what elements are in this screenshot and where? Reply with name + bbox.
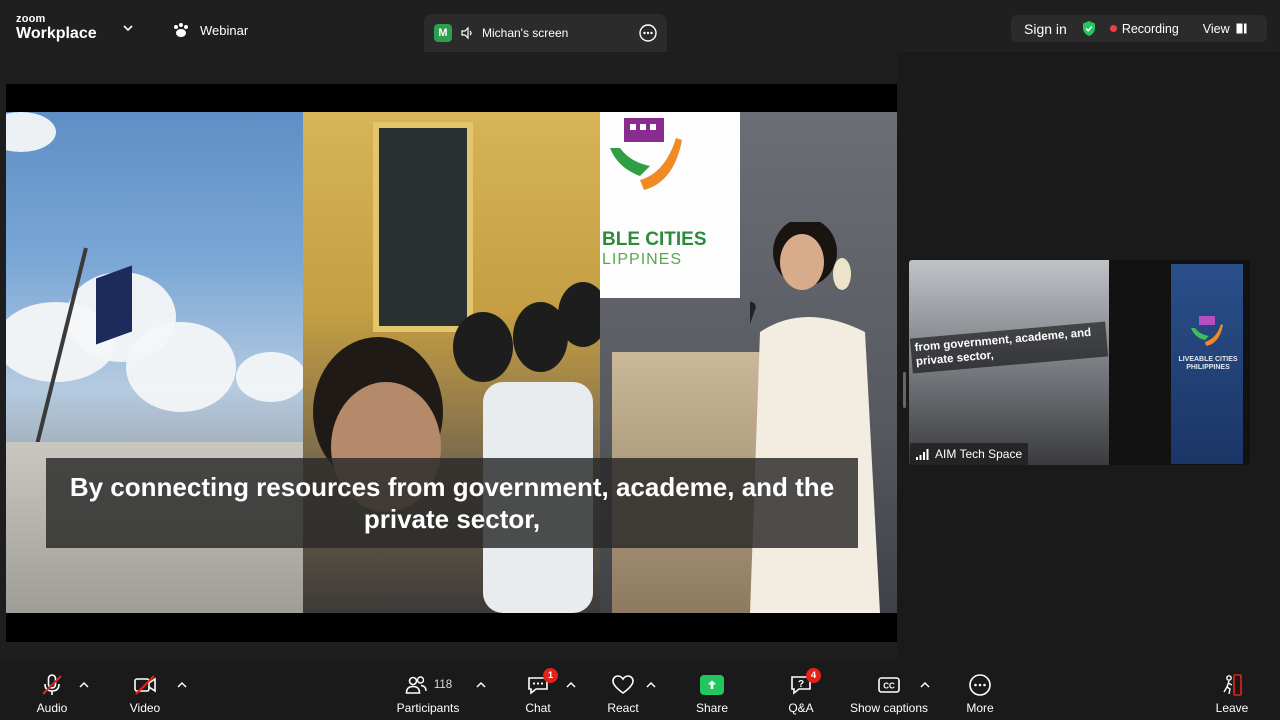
liveable-cities-logo — [610, 118, 682, 190]
participants-label: Participants — [396, 701, 460, 715]
recording-dot — [1109, 25, 1117, 32]
tile-banner: LIVEABLE CITIES PHILIPPINES — [1171, 264, 1243, 464]
brand-logo[interactable]: zoom Workplace — [16, 14, 97, 42]
video-options-caret-icon[interactable] — [177, 681, 187, 689]
resize-handle[interactable] — [903, 372, 906, 408]
chat-options-caret-icon[interactable] — [566, 681, 576, 689]
share-button[interactable]: Share — [692, 660, 732, 720]
qa-unread-badge: 4 — [806, 668, 821, 683]
more-options-icon[interactable] — [639, 24, 657, 42]
top-bar: zoom Workplace Webinar M Michan's screen — [0, 0, 1280, 52]
paw-icon — [174, 23, 188, 37]
heart-icon — [612, 675, 634, 694]
participant-name-label: AIM Tech Space — [910, 443, 1029, 465]
banner-line-1: BLE CITIES — [602, 229, 707, 250]
shared-screen-tab[interactable]: M Michan's screen — [424, 14, 667, 52]
door-image — [373, 122, 473, 332]
view-label: View — [1202, 21, 1230, 36]
chat-button[interactable]: 1 Chat — [518, 660, 558, 720]
liveable-cities-banner: BLE CITIES LIPPINES — [600, 112, 740, 298]
shared-video: BLE CITIES LIPPINES By connecting resour… — [6, 112, 897, 613]
qa-button[interactable]: ? 4 Q&A — [781, 660, 821, 720]
brand-zoom-text: zoom — [16, 13, 46, 25]
liveable-cities-logo-small — [1191, 316, 1223, 346]
webinar-label: Webinar — [200, 22, 249, 38]
more-label: More — [966, 701, 994, 715]
audio-label: Audio — [36, 701, 68, 715]
camera-off-icon — [134, 675, 156, 695]
participants-count: 118 — [433, 679, 453, 691]
main-stage: BLE CITIES LIPPINES By connecting resour… — [0, 52, 897, 690]
participants-options-caret-icon[interactable] — [476, 681, 486, 689]
brand-workplace-text: Workplace — [16, 25, 97, 42]
view-layout-icon — [1236, 23, 1247, 34]
video-label: Video — [129, 701, 161, 715]
flag-image — [96, 265, 132, 345]
leave-button[interactable]: Leave — [1212, 660, 1252, 720]
zoom-window: zoom Workplace Webinar M Michan's screen — [0, 0, 1280, 720]
sign-in-button[interactable]: Sign in — [1024, 21, 1067, 37]
speaker-icon[interactable] — [460, 26, 474, 40]
session-controls: Sign in Recording View — [1011, 15, 1267, 42]
tile-banner-text: LIVEABLE CITIES PHILIPPINES — [1178, 356, 1238, 372]
view-button[interactable]: View — [1203, 22, 1247, 36]
chevron-down-icon[interactable] — [122, 22, 134, 34]
banner-line-2: LIPPINES — [602, 250, 683, 268]
share-label: Share — [695, 701, 729, 715]
leave-icon — [1223, 674, 1242, 696]
speaker-person-image — [750, 222, 880, 613]
more-button[interactable]: More — [960, 660, 1000, 720]
shared-screen-title: Michan's screen — [482, 26, 569, 40]
shield-check-icon[interactable] — [1081, 20, 1097, 37]
audio-options-caret-icon[interactable] — [79, 681, 89, 689]
qa-label: Q&A — [788, 701, 814, 715]
video-button[interactable]: Video — [125, 660, 165, 720]
captions-options-caret-icon[interactable] — [920, 681, 930, 689]
signal-strength-icon — [916, 448, 929, 460]
sharer-avatar: M — [434, 24, 452, 42]
svg-text:?: ? — [798, 679, 804, 690]
chat-label: Chat — [525, 701, 551, 715]
show-captions-button[interactable]: CC Show captions — [844, 660, 934, 720]
participant-name: AIM Tech Space — [935, 447, 1023, 461]
audio-button[interactable]: Audio — [32, 660, 72, 720]
participant-video-tile[interactable]: from government, academe, and private se… — [909, 260, 1250, 465]
react-button[interactable]: React — [603, 660, 643, 720]
svg-text:CC: CC — [883, 682, 895, 691]
closed-captions-icon: CC — [878, 677, 900, 693]
react-options-caret-icon[interactable] — [646, 681, 656, 689]
banner-text: BLE CITIES LIPPINES — [602, 229, 707, 268]
participants-button[interactable]: 118 Participants — [393, 660, 463, 720]
more-icon — [969, 674, 991, 696]
video-caption: By connecting resources from government,… — [46, 458, 858, 548]
meeting-toolbar: Audio Video 118 Participants 1 Chat Reac… — [0, 660, 1280, 720]
microphone-muted-icon — [42, 674, 62, 695]
leave-label: Leave — [1215, 701, 1249, 715]
react-label: React — [607, 701, 639, 715]
share-screen-icon — [700, 675, 724, 695]
participants-icon — [405, 676, 427, 694]
recording-status[interactable]: Recording — [1122, 22, 1179, 36]
show-captions-label: Show captions — [849, 701, 929, 715]
chat-unread-badge: 1 — [543, 668, 558, 683]
webinar-indicator[interactable]: Webinar — [172, 22, 248, 38]
shared-screen-view[interactable]: BLE CITIES LIPPINES By connecting resour… — [6, 84, 897, 642]
